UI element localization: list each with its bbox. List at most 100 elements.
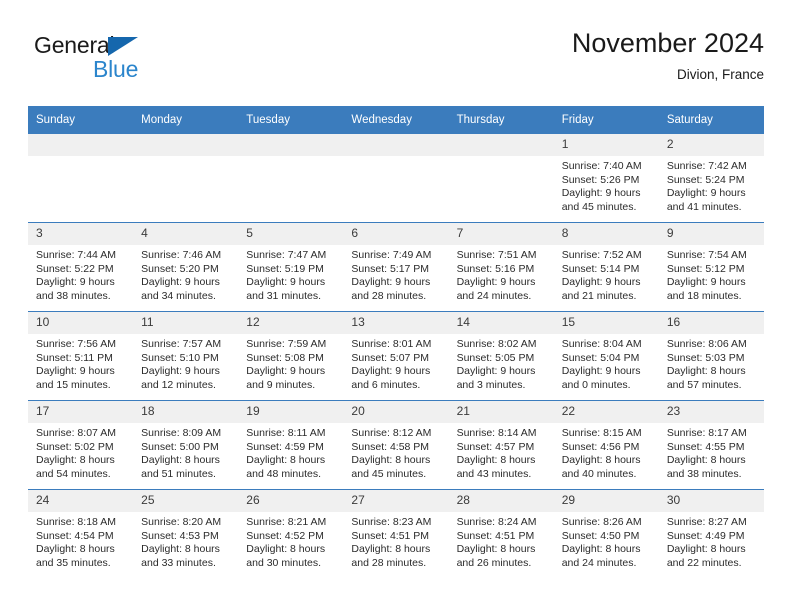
day-details: Sunrise: 8:02 AM Sunset: 5:05 PM Daylight:… (449, 334, 554, 392)
day-number: 14 (448, 312, 554, 334)
calendar-day-cell[interactable]: 10 Sunrise: 7:56 AM Sunset: 5:11 PM Dayligh… (28, 311, 134, 401)
calendar-day-cell[interactable]: 13 Sunrise: 8:01 AM Sunset: 5:07 PM Dayligh… (343, 311, 449, 401)
daylight-text-line1: Daylight: 9 hours (561, 365, 641, 378)
calendar-day-cell[interactable]: 26 Sunrise: 8:21 AM Sunset: 4:52 PM Dayligh… (238, 489, 344, 578)
sunset-text: Sunset: 5:07 PM (351, 351, 430, 364)
day-number: 3 (28, 223, 134, 245)
daylight-text-line1: Daylight: 9 hours (561, 187, 641, 200)
daylight-text-line1: Daylight: 9 hours (561, 276, 641, 289)
sunset-text: Sunset: 5:14 PM (561, 262, 640, 275)
daylight-text-line2: and 54 minutes. (36, 467, 111, 480)
day-details: Sunrise: 8:07 AM Sunset: 5:02 PM Daylight:… (28, 423, 133, 481)
calendar-day-cell[interactable]: 17 Sunrise: 8:07 AM Sunset: 5:02 PM Dayligh… (28, 400, 134, 490)
daylight-text-line1: Daylight: 9 hours (36, 365, 115, 378)
day-number: 9 (658, 223, 764, 245)
daylight-text-line2: and 9 minutes. (246, 378, 316, 391)
daylight-text-line1: Daylight: 8 hours (246, 543, 326, 556)
calendar-day-cell[interactable]: 16 Sunrise: 8:06 AM Sunset: 5:03 PM Dayligh… (658, 311, 764, 401)
calendar-day-cell[interactable]: 19 Sunrise: 8:11 AM Sunset: 4:59 PM Dayligh… (238, 400, 344, 490)
sunset-text: Sunset: 4:52 PM (246, 529, 324, 542)
day-details: Sunrise: 8:26 AM Sunset: 4:50 PM Daylight:… (554, 512, 659, 570)
daylight-text-line2: and 45 minutes. (561, 200, 637, 213)
sunset-text: Sunset: 5:08 PM (246, 351, 324, 364)
calendar-day-cell[interactable]: 3 Sunrise: 7:44 AM Sunset: 5:22 PM Daylight… (28, 222, 134, 312)
sunrise-text: Sunrise: 8:09 AM (141, 427, 222, 439)
calendar-day-cell (133, 134, 239, 223)
page-location: Divion, France (676, 67, 764, 82)
day-number: 25 (133, 490, 239, 512)
daylight-text-line2: and 41 minutes. (666, 200, 742, 213)
sunrise-text: Sunrise: 7:52 AM (561, 249, 642, 261)
calendar-week-row: 3 Sunrise: 7:44 AM Sunset: 5:22 PM Daylight… (28, 222, 764, 312)
calendar-day-cell[interactable]: 8 Sunrise: 7:52 AM Sunset: 5:14 PM Daylight… (553, 222, 659, 312)
calendar-week-row: 24 Sunrise: 8:18 AM Sunset: 4:54 PM Dayligh… (28, 489, 764, 578)
sunrise-text: Sunrise: 8:17 AM (666, 427, 747, 439)
weekday-header-tuesday: Tuesday (238, 106, 344, 134)
sunset-text: Sunset: 4:51 PM (351, 529, 430, 542)
daylight-text-line2: and 6 minutes. (351, 378, 421, 391)
sunrise-text: Sunrise: 8:11 AM (246, 427, 326, 439)
weekday-header-saturday: Saturday (658, 106, 764, 134)
sunrise-text: Sunrise: 8:07 AM (36, 427, 116, 439)
sunrise-text: Sunrise: 7:56 AM (36, 338, 116, 350)
sunrise-text: Sunrise: 8:20 AM (141, 516, 222, 528)
calendar-day-cell[interactable]: 20 Sunrise: 8:12 AM Sunset: 4:58 PM Dayligh… (343, 400, 449, 490)
calendar-day-cell[interactable]: 4 Sunrise: 7:46 AM Sunset: 5:20 PM Daylight… (133, 222, 239, 312)
daylight-text-line1: Daylight: 8 hours (351, 543, 431, 556)
calendar-day-cell[interactable]: 30 Sunrise: 8:27 AM Sunset: 4:49 PM Dayligh… (658, 489, 764, 578)
sunrise-text: Sunrise: 8:18 AM (36, 516, 116, 528)
sunrise-text: Sunrise: 7:46 AM (141, 249, 222, 261)
calendar-day-cell[interactable]: 29 Sunrise: 8:26 AM Sunset: 4:50 PM Dayligh… (553, 489, 659, 578)
sunset-text: Sunset: 5:05 PM (456, 351, 535, 364)
day-number: 7 (448, 223, 554, 245)
calendar-day-cell[interactable]: 5 Sunrise: 7:47 AM Sunset: 5:19 PM Daylight… (238, 222, 344, 312)
day-number (133, 134, 239, 156)
calendar-day-cell[interactable]: 14 Sunrise: 8:02 AM Sunset: 5:05 PM Dayligh… (448, 311, 554, 401)
day-number: 30 (658, 490, 764, 512)
day-details: Sunrise: 8:20 AM Sunset: 4:53 PM Daylight:… (133, 512, 238, 570)
daylight-text-line1: Daylight: 9 hours (141, 365, 220, 378)
sunset-text: Sunset: 4:53 PM (141, 529, 219, 542)
brand-logo[interactable]: General Blue (34, 32, 234, 88)
calendar-day-cell[interactable]: 24 Sunrise: 8:18 AM Sunset: 4:54 PM Dayligh… (28, 489, 134, 578)
calendar-day-cell[interactable]: 9 Sunrise: 7:54 AM Sunset: 5:12 PM Daylight… (658, 222, 764, 312)
calendar-day-cell[interactable]: 23 Sunrise: 8:17 AM Sunset: 4:55 PM Dayligh… (658, 400, 764, 490)
calendar-week-row: 1 Sunrise: 7:40 AM Sunset: 5:26 PM Daylight… (28, 134, 764, 223)
calendar-day-cell[interactable]: 27 Sunrise: 8:23 AM Sunset: 4:51 PM Dayligh… (343, 489, 449, 578)
day-number: 26 (238, 490, 344, 512)
sunrise-text: Sunrise: 7:47 AM (246, 249, 327, 261)
sunset-text: Sunset: 5:11 PM (36, 351, 113, 364)
daylight-text-line1: Daylight: 9 hours (36, 276, 115, 289)
calendar-day-cell[interactable]: 21 Sunrise: 8:14 AM Sunset: 4:57 PM Dayligh… (448, 400, 554, 490)
day-number (238, 134, 344, 156)
day-number: 29 (553, 490, 659, 512)
day-details: Sunrise: 7:44 AM Sunset: 5:22 PM Daylight:… (28, 245, 133, 303)
daylight-text-line1: Daylight: 8 hours (36, 543, 115, 556)
calendar-day-cell[interactable]: 18 Sunrise: 8:09 AM Sunset: 5:00 PM Dayligh… (133, 400, 239, 490)
sunset-text: Sunset: 4:55 PM (666, 440, 745, 453)
calendar-day-cell[interactable]: 6 Sunrise: 7:49 AM Sunset: 5:17 PM Daylight… (343, 222, 449, 312)
sunset-text: Sunset: 5:10 PM (141, 351, 219, 364)
daylight-text-line2: and 31 minutes. (246, 289, 321, 302)
daylight-text-line2: and 3 minutes. (456, 378, 526, 391)
daylight-text-line1: Daylight: 9 hours (351, 365, 431, 378)
sunrise-text: Sunrise: 7:44 AM (36, 249, 116, 261)
day-number: 22 (553, 401, 659, 423)
daylight-text-line2: and 57 minutes. (666, 378, 742, 391)
daylight-text-line1: Daylight: 9 hours (666, 187, 746, 200)
calendar-day-cell[interactable]: 28 Sunrise: 8:24 AM Sunset: 4:51 PM Dayligh… (448, 489, 554, 578)
calendar-body: 1 Sunrise: 7:40 AM Sunset: 5:26 PM Daylight… (28, 134, 764, 578)
calendar-day-cell[interactable]: 2 Sunrise: 7:42 AM Sunset: 5:24 PM Daylight… (658, 134, 764, 223)
calendar-day-cell[interactable]: 12 Sunrise: 7:59 AM Sunset: 5:08 PM Dayligh… (238, 311, 344, 401)
calendar-day-cell[interactable]: 15 Sunrise: 8:04 AM Sunset: 5:04 PM Dayligh… (553, 311, 659, 401)
calendar-day-cell[interactable]: 22 Sunrise: 8:15 AM Sunset: 4:56 PM Dayligh… (553, 400, 659, 490)
calendar-day-cell[interactable]: 1 Sunrise: 7:40 AM Sunset: 5:26 PM Daylight… (553, 134, 659, 223)
calendar-day-cell[interactable]: 25 Sunrise: 8:20 AM Sunset: 4:53 PM Dayligh… (133, 489, 239, 578)
triangle-flag-icon (108, 37, 138, 56)
sunset-text: Sunset: 5:19 PM (246, 262, 324, 275)
sunset-text: Sunset: 4:54 PM (36, 529, 114, 542)
day-number: 1 (553, 134, 659, 156)
daylight-text-line2: and 35 minutes. (36, 556, 111, 569)
calendar-day-cell[interactable]: 7 Sunrise: 7:51 AM Sunset: 5:16 PM Daylight… (448, 222, 554, 312)
calendar-day-cell[interactable]: 11 Sunrise: 7:57 AM Sunset: 5:10 PM Dayligh… (133, 311, 239, 401)
